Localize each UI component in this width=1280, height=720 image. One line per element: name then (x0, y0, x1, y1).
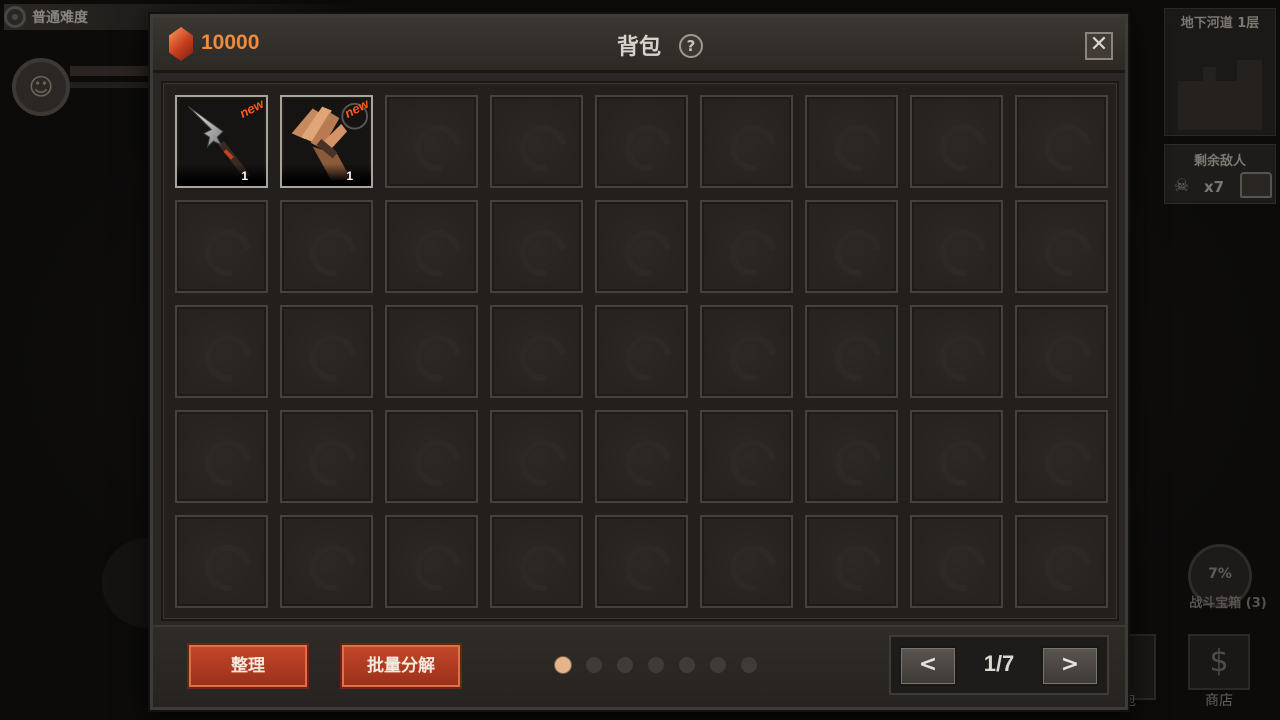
inventory-grid: new 1 new 1 (175, 95, 1108, 608)
page-dot[interactable] (586, 657, 602, 673)
inventory-slot-empty[interactable] (1015, 410, 1108, 503)
enemies-remaining-count: x7 (1204, 178, 1225, 196)
inventory-slot-empty[interactable] (1015, 305, 1108, 398)
page-dot[interactable] (741, 657, 757, 673)
inventory-slot-empty[interactable] (280, 200, 373, 293)
inventory-slot-empty[interactable] (805, 410, 898, 503)
inventory-slot-empty[interactable] (700, 515, 793, 608)
batch-decompose-button[interactable]: 批量分解 (340, 643, 462, 689)
page-dot[interactable] (555, 657, 571, 673)
inventory-slot-empty[interactable] (1015, 95, 1108, 188)
skull-icon: ☠ (1174, 176, 1190, 196)
inventory-slot-empty[interactable] (595, 95, 688, 188)
settings-gear-icon[interactable] (4, 6, 26, 28)
next-page-button[interactable]: > (1041, 646, 1099, 686)
inventory-slot-empty[interactable] (385, 200, 478, 293)
inventory-slot-empty[interactable] (595, 410, 688, 503)
red-gem-icon (169, 27, 193, 61)
inventory-slot-empty[interactable] (700, 305, 793, 398)
page-dot[interactable] (710, 657, 726, 673)
inventory-slot-empty[interactable] (385, 95, 478, 188)
treasure-chest-icon (1240, 172, 1272, 198)
inventory-slot-empty[interactable] (595, 305, 688, 398)
inventory-slot-empty[interactable] (700, 410, 793, 503)
inventory-grid-frame: new 1 new 1 (161, 81, 1119, 621)
shop-dollar-icon[interactable]: $ (1188, 634, 1250, 690)
inventory-slot-empty[interactable] (490, 95, 583, 188)
inventory-slot-empty[interactable] (595, 515, 688, 608)
inventory-slot-empty[interactable] (805, 95, 898, 188)
player-portrait[interactable]: ☺ (12, 58, 70, 116)
inventory-slot-empty[interactable] (175, 200, 268, 293)
pagination: < 1/7 > (889, 635, 1109, 695)
help-button[interactable]: ? (679, 34, 703, 58)
inventory-slot-empty[interactable] (700, 95, 793, 188)
inventory-slot-empty[interactable] (385, 410, 478, 503)
inventory-slot-empty[interactable] (805, 200, 898, 293)
bag-title: 背包 (617, 35, 662, 60)
bag-footer: 整理 批量分解 < 1/7 > (153, 625, 1125, 707)
inventory-slot-empty[interactable] (1015, 515, 1108, 608)
inventory-slot-empty[interactable] (280, 305, 373, 398)
inventory-slot-empty[interactable] (385, 515, 478, 608)
enemies-remaining-label: 剩余敌人 (1193, 154, 1246, 169)
difficulty-label: 普通难度 (32, 10, 88, 26)
battle-chest-label: 战斗宝箱 (3) (1189, 596, 1267, 611)
inventory-slot-empty[interactable] (910, 95, 1003, 188)
inventory-slot-empty[interactable] (805, 515, 898, 608)
item-quantity: 1 (282, 164, 371, 186)
inventory-slot-empty[interactable] (595, 200, 688, 293)
inventory-slot-empty[interactable] (280, 515, 373, 608)
inventory-slot-empty[interactable] (175, 515, 268, 608)
page-dot[interactable] (617, 657, 633, 673)
prev-page-button[interactable]: < (899, 646, 957, 686)
inventory-slot-empty[interactable] (490, 305, 583, 398)
inventory-slot-item[interactable]: new 1 (175, 95, 268, 188)
item-quantity: 1 (177, 164, 266, 186)
page-indicator (555, 657, 757, 673)
inventory-slot-empty[interactable] (175, 410, 268, 503)
inventory-slot-empty[interactable] (490, 200, 583, 293)
inventory-slot-empty[interactable] (910, 305, 1003, 398)
page-dot[interactable] (648, 657, 664, 673)
page-number: 1/7 (983, 651, 1015, 676)
floor-label: 地下河道 1层 (1180, 16, 1260, 31)
inventory-slot-empty[interactable] (490, 410, 583, 503)
inventory-slot-empty[interactable] (385, 305, 478, 398)
shop-label: 商店 (1205, 693, 1233, 709)
inventory-slot-empty[interactable] (280, 410, 373, 503)
inventory-slot-empty[interactable] (1015, 200, 1108, 293)
inventory-slot-empty[interactable] (175, 305, 268, 398)
mana-bar (70, 82, 156, 88)
inventory-slot-empty[interactable] (805, 305, 898, 398)
inventory-slot-empty[interactable] (910, 410, 1003, 503)
battle-chest-percent: 7% (1208, 566, 1232, 582)
inventory-slot-empty[interactable] (490, 515, 583, 608)
inventory-slot-empty[interactable] (910, 515, 1003, 608)
sort-button[interactable]: 整理 (187, 643, 309, 689)
health-bar (70, 66, 156, 76)
bag-header: 10000 背包 ? ✕ (153, 17, 1125, 73)
currency-amount: 10000 (201, 31, 260, 54)
game-screen: 普通难度 ☺ 地下河道 1层 剩余敌人 ☠ x7 7% 战斗宝箱 (3) 包 $… (0, 0, 1280, 720)
inventory-slot-empty[interactable] (910, 200, 1003, 293)
close-button[interactable]: ✕ (1085, 32, 1113, 60)
page-dot[interactable] (679, 657, 695, 673)
bag-window: 10000 背包 ? ✕ new 1 new 1 整理 批量分解 < 1/7 > (150, 14, 1128, 710)
inventory-slot-empty[interactable] (700, 200, 793, 293)
inventory-slot-item[interactable]: new 1 (280, 95, 373, 188)
